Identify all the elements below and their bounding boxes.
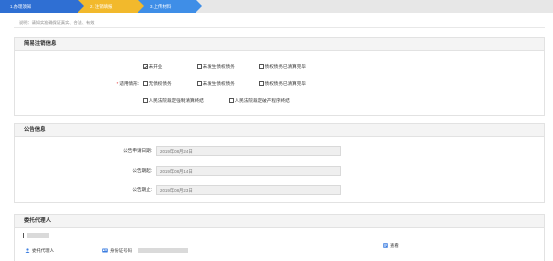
applicable-label: *适用情形: bbox=[75, 79, 139, 89]
id-number-redacted bbox=[138, 248, 188, 253]
checkbox-label: 无债权债务 bbox=[148, 81, 172, 86]
agent-section: 委托代理人 委托代理人 身份证号码 查看 bbox=[14, 214, 545, 261]
checkbox-no-debt-2[interactable]: 未发生债权债务 bbox=[197, 79, 235, 89]
checkbox-debt-cleared-2[interactable]: 债权债务已清算完毕 bbox=[259, 79, 306, 89]
view-doc-icon[interactable] bbox=[383, 243, 388, 248]
step-fill-in-label: 2. 注销填报 bbox=[90, 4, 113, 9]
announcement-section: 公告信息 公告申请日期: 2019年08月24日 公告期起: 2019年08月1… bbox=[14, 123, 545, 203]
agent-role-text: 委托代理人 bbox=[32, 247, 54, 253]
checkbox-icon[interactable] bbox=[229, 98, 234, 103]
start-date-field: 2019年08月14日 bbox=[156, 166, 341, 176]
instruction-note: 说明：请如实准确保证真实、合法、有效 bbox=[14, 18, 545, 28]
checkbox-court-liquidation[interactable]: 人民法院裁定强制清算终结 bbox=[143, 96, 204, 106]
checkbox-not-opened[interactable]: 未开业 bbox=[143, 62, 162, 72]
checkbox-debt-cleared[interactable]: 债权债务已清算完毕 bbox=[259, 62, 306, 72]
view-button[interactable]: 查看 bbox=[390, 243, 399, 249]
checkbox-icon[interactable] bbox=[143, 81, 148, 86]
step-notice[interactable]: 1.办理须知 bbox=[0, 0, 84, 13]
section-title: 公告信息 bbox=[15, 124, 544, 137]
end-date-field: 2019年08月23日 bbox=[156, 185, 341, 195]
checkbox-icon[interactable] bbox=[197, 64, 202, 69]
progress-steps: 1.办理须知 2. 注销填报 3.上传材料 bbox=[0, 0, 553, 13]
start-date-label: 公告期起: bbox=[132, 168, 152, 173]
step-fill-in[interactable]: 2. 注销填报 bbox=[78, 0, 144, 13]
checkbox-label: 未开业 bbox=[148, 64, 163, 69]
checkbox-icon[interactable] bbox=[259, 81, 264, 86]
checkbox-icon[interactable] bbox=[197, 81, 202, 86]
simple-cancellation-section: 简易注销信息 未开业 未发生债权债务 债权债务已清算完毕 *适用情形: 无债权债… bbox=[14, 37, 545, 116]
end-date-label: 公告期止: bbox=[132, 187, 152, 192]
checkbox-icon[interactable] bbox=[143, 98, 148, 103]
section-title: 委托代理人 bbox=[15, 215, 544, 228]
step-notice-label: 1.办理须知 bbox=[10, 4, 32, 9]
checkbox-label: 债权债务已清算完毕 bbox=[264, 64, 306, 69]
checkbox-icon[interactable] bbox=[259, 64, 264, 69]
vertical-marker bbox=[23, 233, 24, 238]
person-icon bbox=[25, 248, 30, 253]
step-upload[interactable]: 3.上传材料 bbox=[138, 0, 202, 13]
apply-date-field: 2019年08月24日 bbox=[156, 146, 341, 156]
checkbox-label: 债权债务已清算完毕 bbox=[264, 81, 306, 86]
applicable-label-text: 适用情形: bbox=[119, 81, 139, 86]
step-upload-label: 3.上传材料 bbox=[150, 4, 172, 9]
checkbox-label: 人民法院裁定强制清算终结 bbox=[148, 98, 204, 103]
agent-name-redacted bbox=[27, 233, 49, 238]
checkbox-checked-icon[interactable] bbox=[143, 63, 148, 72]
id-number-label: 身份证号码 bbox=[110, 247, 132, 253]
checkbox-label: 未发生债权债务 bbox=[202, 64, 235, 69]
id-card-icon bbox=[102, 248, 108, 253]
checkbox-no-debt[interactable]: 未发生债权债务 bbox=[197, 62, 235, 72]
checkbox-label: 未发生债权债务 bbox=[202, 81, 235, 86]
checkbox-no-creditor[interactable]: 无债权债务 bbox=[143, 79, 172, 89]
checkbox-court-bankruptcy[interactable]: 人民法院裁定破产程序终结 bbox=[229, 96, 290, 106]
checkbox-label: 人民法院裁定破产程序终结 bbox=[234, 98, 290, 103]
apply-date-label: 公告申请日期: bbox=[123, 148, 152, 153]
section-title: 简易注销信息 bbox=[15, 38, 544, 51]
